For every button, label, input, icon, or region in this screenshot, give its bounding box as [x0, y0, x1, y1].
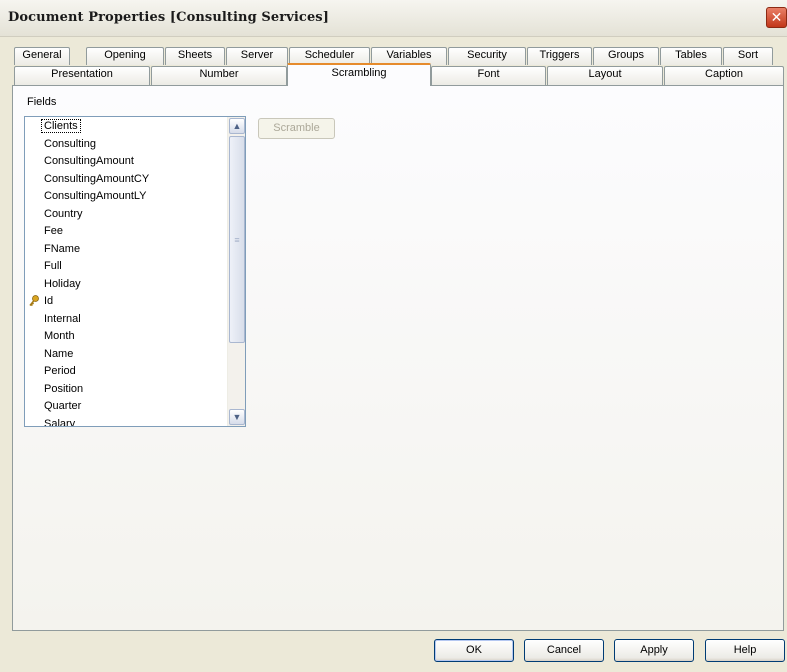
- tab-number[interactable]: Number: [151, 66, 287, 85]
- field-item[interactable]: Full: [25, 258, 225, 276]
- field-item[interactable]: Clients: [25, 118, 225, 136]
- tab-triggers[interactable]: Triggers: [527, 47, 592, 65]
- field-item[interactable]: Position: [25, 381, 225, 399]
- cancel-button[interactable]: Cancel: [524, 639, 604, 662]
- field-item-label: ConsultingAmountCY: [44, 172, 150, 185]
- field-item[interactable]: ConsultingAmountLY: [25, 188, 225, 206]
- tab-general[interactable]: General: [14, 47, 70, 65]
- field-item-label: Id: [44, 295, 54, 307]
- field-item-label: Quarter: [44, 400, 82, 412]
- scroll-down-button[interactable]: ▼: [229, 409, 245, 425]
- field-item[interactable]: Name: [25, 346, 225, 364]
- tab-security[interactable]: Security: [448, 47, 526, 65]
- close-button[interactable]: ✕: [766, 7, 787, 28]
- fields-label: Fields: [27, 96, 57, 108]
- field-item-label: Period: [44, 365, 76, 377]
- scroll-thumb[interactable]: ≡: [229, 136, 245, 343]
- chevron-down-icon: ▼: [232, 412, 242, 422]
- grip-icon: ≡: [234, 234, 240, 245]
- fields-listbox[interactable]: Clients Consulting ConsultingAmount Consult…: [24, 116, 246, 427]
- field-item[interactable]: FName: [25, 241, 225, 259]
- tab-tables[interactable]: Tables: [660, 47, 722, 65]
- field-item[interactable]: Salary: [25, 416, 225, 427]
- field-item-label: Salary: [44, 417, 76, 427]
- title-bar: Document Properties [Consulting Services…: [0, 0, 787, 37]
- tab-server[interactable]: Server: [226, 47, 288, 65]
- field-item[interactable]: Fee: [25, 223, 225, 241]
- close-icon: ✕: [770, 9, 783, 26]
- help-button[interactable]: Help: [705, 639, 785, 662]
- field-item-label: Name: [44, 347, 74, 360]
- tab-sheets[interactable]: Sheets: [165, 47, 225, 65]
- field-item[interactable]: Period: [25, 363, 225, 381]
- field-item[interactable]: Consulting: [25, 136, 225, 154]
- field-item-label: ConsultingAmount: [44, 155, 134, 167]
- field-item[interactable]: Internal: [25, 311, 225, 329]
- field-item[interactable]: ConsultingAmount: [25, 153, 225, 171]
- tab-scrambling[interactable]: Scrambling: [287, 63, 431, 86]
- tab-sort[interactable]: Sort: [723, 47, 773, 65]
- key-icon: [29, 295, 39, 307]
- tab-caption[interactable]: Caption: [664, 66, 784, 85]
- field-item[interactable]: ConsultingAmountCY: [25, 171, 225, 189]
- tab-presentation[interactable]: Presentation: [14, 66, 150, 85]
- field-item[interactable]: Holiday: [25, 276, 225, 294]
- dialog-window: Document Properties [Consulting Services…: [0, 0, 787, 672]
- field-item-label: Holiday: [44, 277, 81, 290]
- tab-groups[interactable]: Groups: [593, 47, 659, 65]
- field-item-label: Month: [44, 330, 75, 342]
- field-item-label: Full: [44, 260, 62, 272]
- ok-button[interactable]: OK: [434, 639, 514, 662]
- field-item[interactable]: Quarter: [25, 398, 225, 416]
- field-item-label: ConsultingAmountLY: [44, 190, 147, 202]
- field-item-label: FName: [44, 242, 81, 255]
- scroll-up-button[interactable]: ▲: [229, 118, 245, 134]
- apply-button[interactable]: Apply: [614, 639, 694, 662]
- field-item-label: Position: [44, 382, 84, 395]
- fields-scrollbar[interactable]: ▲ ≡ ▼: [227, 117, 245, 426]
- field-item-label: Country: [44, 207, 83, 220]
- tab-font[interactable]: Font: [431, 66, 546, 85]
- field-item-label: Fee: [44, 225, 63, 237]
- field-item-label: Consulting: [44, 137, 96, 150]
- scramble-button[interactable]: Scramble: [258, 118, 335, 139]
- chevron-up-icon: ▲: [232, 121, 242, 131]
- field-item[interactable]: Id: [25, 293, 225, 311]
- field-item[interactable]: Country: [25, 206, 225, 224]
- field-item-label: Clients: [41, 119, 81, 133]
- window-title: Document Properties [Consulting Services…: [8, 10, 329, 25]
- field-item[interactable]: Month: [25, 328, 225, 346]
- tab-layout[interactable]: Layout: [547, 66, 663, 85]
- tab-opening[interactable]: Opening: [86, 47, 164, 65]
- field-item-label: Internal: [44, 312, 81, 325]
